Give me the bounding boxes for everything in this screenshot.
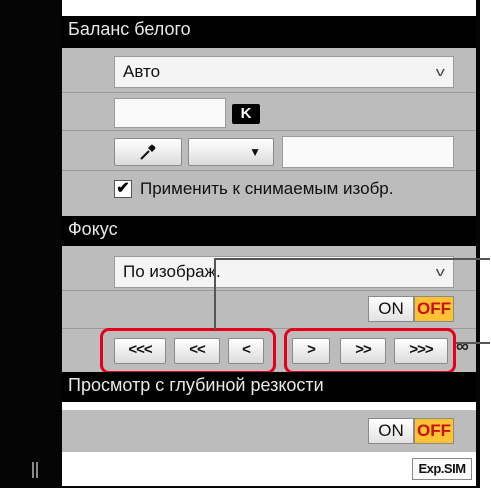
chevron-down-icon: v (435, 64, 445, 79)
focus-title: Фокус (68, 219, 118, 239)
focus-on-button[interactable]: ON (368, 296, 414, 322)
dof-preview-header: Просмотр с глубиной резкости (62, 372, 476, 402)
near-focus-highlight (100, 328, 276, 374)
chevron-down-icon: v (435, 264, 445, 279)
white-balance-mode-select[interactable]: Авто v (114, 56, 454, 88)
apply-to-shots-checkbox[interactable]: ✔ (114, 180, 132, 198)
panel-left-strip (0, 0, 62, 488)
drag-handle-icon[interactable] (32, 462, 40, 478)
callout-line (214, 258, 490, 260)
focus-mode-select[interactable]: По изображ. v (114, 256, 454, 288)
white-balance-shift-dropdown[interactable]: ▼ (188, 138, 274, 166)
dof-off-button[interactable]: OFF (414, 418, 454, 444)
callout-line (456, 342, 490, 344)
apply-to-shots-label: Применить к снимаемым изобр. (140, 179, 394, 198)
dof-preview-title: Просмотр с глубиной резкости (68, 375, 324, 395)
focus-off-button[interactable]: OFF (414, 296, 454, 322)
row-divider (62, 92, 476, 93)
white-balance-value-field[interactable] (282, 136, 454, 168)
callout-line (214, 258, 216, 330)
focus-header: Фокус (62, 216, 476, 246)
row-divider (62, 290, 476, 291)
eyedropper-icon (140, 144, 156, 160)
row-divider (62, 170, 476, 171)
far-focus-highlight (284, 328, 456, 374)
kelvin-unit-badge: K (232, 104, 260, 124)
white-balance-mode-value: Авто (123, 62, 161, 81)
eyedropper-button[interactable] (114, 138, 182, 166)
focus-mode-value: По изображ. (123, 262, 221, 281)
dof-on-button[interactable]: ON (368, 418, 414, 444)
kelvin-input[interactable] (114, 98, 226, 128)
white-balance-header: Баланс белого (62, 16, 476, 48)
row-divider (62, 130, 476, 131)
triangle-down-icon: ▼ (249, 145, 261, 159)
camera-settings-panel: Баланс белого Авто v K ▼ ✔ Применить к с… (0, 0, 491, 500)
white-balance-title: Баланс белого (68, 19, 191, 39)
exposure-simulation-badge: Exp.SIM (412, 458, 472, 480)
panel-bottom-border (0, 486, 480, 488)
infinity-icon: ∞ (456, 336, 469, 356)
panel-right-border (476, 0, 480, 488)
